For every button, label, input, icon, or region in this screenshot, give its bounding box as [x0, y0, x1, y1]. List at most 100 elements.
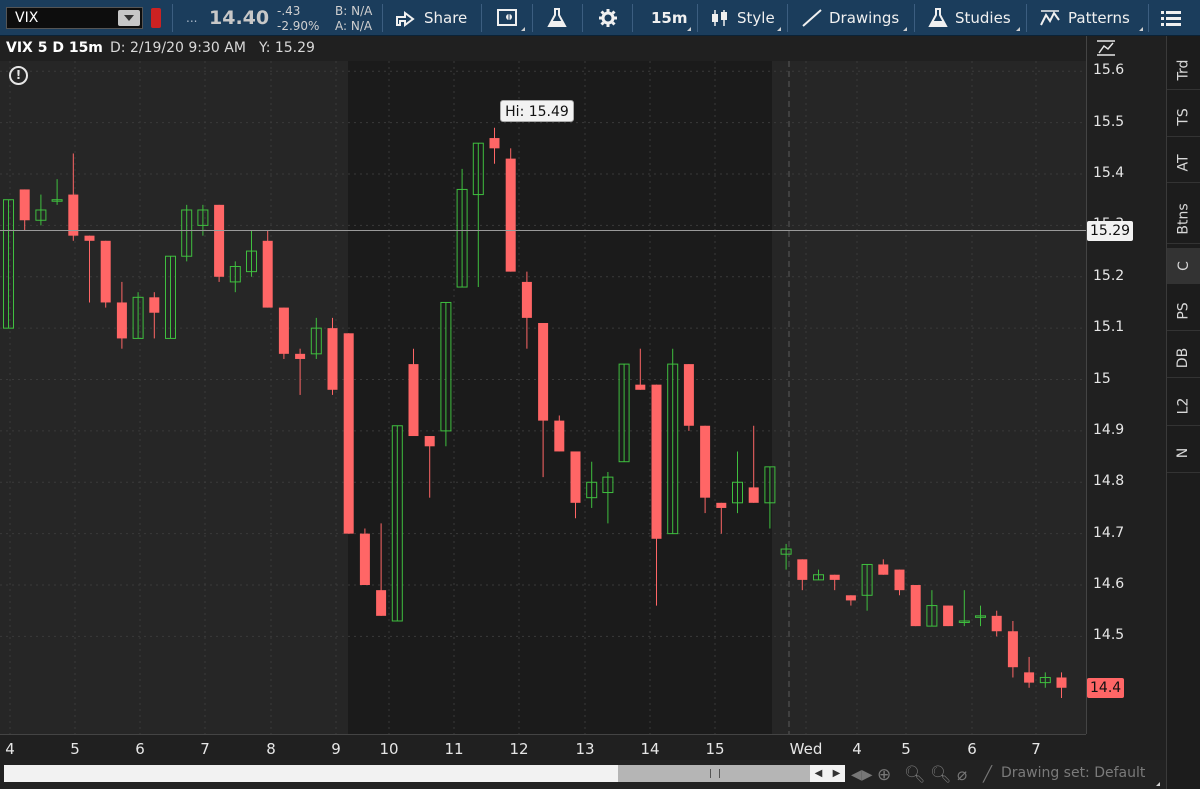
- price-tick-label: 14.8: [1093, 473, 1125, 490]
- candle[interactable]: [132, 292, 144, 339]
- candle[interactable]: [1024, 656, 1035, 688]
- candle-body: [149, 297, 160, 313]
- candle[interactable]: [19, 189, 30, 231]
- candle[interactable]: [878, 559, 889, 575]
- timeframe-selector[interactable]: 15m: [651, 0, 688, 36]
- candlestick-chart[interactable]: [0, 61, 1086, 734]
- symbol-dropdown-button[interactable]: [118, 10, 140, 26]
- chart-settings-button[interactable]: [497, 0, 519, 36]
- tab-ps[interactable]: PS: [1167, 291, 1200, 331]
- candle[interactable]: [1039, 672, 1051, 688]
- candle[interactable]: [343, 333, 354, 534]
- tab-btns[interactable]: Btns: [1167, 194, 1200, 244]
- scrollbar-thumb[interactable]: [618, 765, 810, 782]
- candle[interactable]: [181, 204, 193, 262]
- candle[interactable]: [829, 574, 840, 591]
- candle[interactable]: [327, 317, 338, 395]
- tab-ts[interactable]: TS: [1167, 97, 1200, 137]
- price-axis[interactable]: 15.615.515.415.315.215.11514.914.814.714…: [1086, 36, 1166, 734]
- candle-body: [910, 585, 921, 627]
- zoom-out-icon[interactable]: 🔍︎: [930, 765, 952, 785]
- tab-db[interactable]: DB: [1167, 338, 1200, 378]
- candle[interactable]: [149, 292, 160, 339]
- candle[interactable]: [197, 204, 209, 236]
- candle[interactable]: [100, 240, 111, 308]
- candle[interactable]: [910, 585, 921, 627]
- candle[interactable]: [554, 415, 565, 452]
- toolbar-separator: [1026, 4, 1027, 32]
- candle[interactable]: [68, 153, 79, 241]
- candle[interactable]: [975, 605, 986, 627]
- drawing-set-label[interactable]: Drawing set: Default: [1001, 765, 1145, 781]
- candle[interactable]: [295, 348, 306, 395]
- candle[interactable]: [51, 179, 63, 205]
- symbol-input[interactable]: VIX: [15, 10, 38, 26]
- high-price-callout: Hi: 15.49: [500, 100, 574, 122]
- crosshair-icon[interactable]: ⊕: [877, 765, 891, 785]
- drawings-button[interactable]: Drawings: [801, 0, 899, 36]
- tab-at[interactable]: AT: [1167, 143, 1200, 183]
- candle[interactable]: [845, 595, 856, 606]
- candle[interactable]: [262, 230, 273, 308]
- scroll-left-button[interactable]: ◀: [810, 765, 827, 782]
- candle[interactable]: [861, 563, 873, 611]
- candle[interactable]: [797, 559, 808, 591]
- tab-c[interactable]: C: [1167, 248, 1200, 284]
- candle[interactable]: [1056, 672, 1067, 699]
- scroll-right-button[interactable]: ▶: [828, 765, 845, 782]
- candle[interactable]: [813, 569, 824, 581]
- symbol-selector[interactable]: VIX: [6, 7, 143, 29]
- bottom-bar: ◀ ▶ ◀▶ ⊕ 🔍︎ 🔍︎ ⌀ ╱ Drawing set: Default: [0, 760, 1166, 789]
- tab-label: L2: [1175, 397, 1192, 414]
- candle[interactable]: [84, 235, 95, 303]
- more-ellipsis[interactable]: ...: [186, 0, 197, 36]
- candle[interactable]: [214, 204, 225, 282]
- style-button[interactable]: Style: [710, 0, 775, 36]
- candle-body: [683, 364, 694, 426]
- tab-label: TS: [1175, 107, 1192, 126]
- candle[interactable]: [35, 194, 47, 226]
- right-panel-tabs: Trd TS AT Btns C PS DB L2 N: [1166, 36, 1200, 789]
- tab-n[interactable]: N: [1167, 433, 1200, 473]
- warning-icon[interactable]: !: [9, 66, 28, 85]
- pencil-icon[interactable]: ╱: [983, 765, 992, 783]
- grid-menu-button[interactable]: [1160, 0, 1182, 36]
- candle-body: [68, 194, 79, 236]
- net-change: -.43: [277, 4, 301, 18]
- candle[interactable]: [958, 590, 970, 627]
- candle[interactable]: [683, 364, 694, 431]
- tab-trd[interactable]: Trd: [1167, 50, 1200, 90]
- candle[interactable]: [278, 307, 289, 359]
- tab-label: Btns: [1175, 202, 1192, 235]
- candle-body: [943, 605, 954, 627]
- alert-icon[interactable]: [151, 8, 161, 28]
- candle[interactable]: [165, 255, 176, 339]
- candle[interactable]: [229, 261, 241, 293]
- flask-button[interactable]: [547, 0, 567, 36]
- candle[interactable]: [310, 317, 322, 359]
- scale-toggle-icon[interactable]: [1095, 38, 1117, 58]
- candle[interactable]: [991, 610, 1002, 637]
- zoom-in-icon[interactable]: 🔍︎: [904, 765, 926, 785]
- expand-horizontal-icon[interactable]: ◀▶: [851, 767, 873, 783]
- candle[interactable]: [359, 528, 370, 586]
- patterns-button[interactable]: Patterns: [1039, 0, 1130, 36]
- candle[interactable]: [780, 543, 792, 570]
- candle[interactable]: [1007, 620, 1018, 678]
- settings-button[interactable]: [598, 0, 618, 36]
- horizontal-scrollbar[interactable]: ◀ ▶: [4, 765, 845, 782]
- candle[interactable]: [926, 590, 938, 627]
- candle[interactable]: [116, 281, 127, 349]
- candle[interactable]: [246, 230, 257, 277]
- studies-button[interactable]: Studies: [928, 0, 1011, 36]
- candle[interactable]: [894, 569, 905, 596]
- candle[interactable]: [505, 148, 516, 272]
- time-tick-label: 5: [901, 740, 911, 758]
- candle[interactable]: [3, 199, 14, 329]
- time-axis[interactable]: 4 5 6 7 8 9 10 11 12 13 14 15 Wed 4 5 6 7: [0, 734, 1086, 761]
- candle[interactable]: [943, 605, 954, 627]
- tab-l2[interactable]: L2: [1167, 386, 1200, 426]
- share-button[interactable]: Share: [395, 0, 467, 36]
- erase-icon[interactable]: ⌀: [957, 765, 967, 785]
- chart-plot-area[interactable]: [0, 61, 1086, 734]
